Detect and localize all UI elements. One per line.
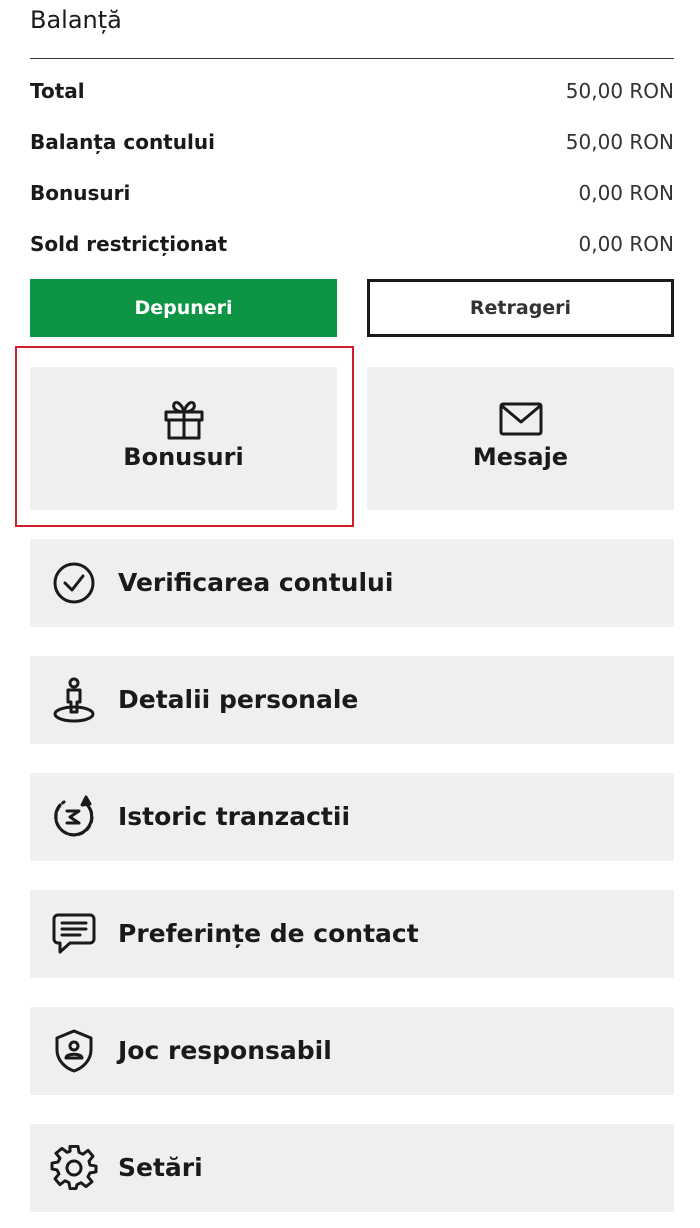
shield-user-icon (50, 1027, 98, 1075)
menu-item-responsible-gaming[interactable]: Joc responsabil (30, 1007, 674, 1095)
balance-value-restricted: 0,00 RON (578, 232, 675, 256)
withdraw-button[interactable]: Retrageri (367, 279, 674, 337)
menu-item-personal-details[interactable]: Detalii personale (30, 656, 674, 744)
balance-row-restricted: Sold restricționat 0,00 RON (30, 229, 674, 259)
menu-item-transaction-history[interactable]: Istoric tranzactii (30, 773, 674, 861)
person-icon (50, 676, 98, 724)
menu-item-contact-preferences[interactable]: Preferințe de contact (30, 890, 674, 978)
title-divider (30, 58, 674, 59)
balance-row-bonuses: Bonusuri 0,00 RON (30, 178, 674, 208)
balance-row-total: Total 50,00 RON (30, 76, 674, 106)
menu-label-contact-preferences: Preferințe de contact (118, 919, 419, 948)
balance-value-total: 50,00 RON (565, 79, 674, 103)
menu-item-account-verification[interactable]: Verificarea contului (30, 539, 674, 627)
messages-tile[interactable]: Mesaje (367, 367, 674, 510)
selection-highlight (15, 346, 354, 527)
menu-item-settings[interactable]: Setări (30, 1124, 674, 1212)
chat-icon (50, 910, 98, 958)
messages-tile-label: Mesaje (472, 443, 569, 471)
balance-label-account: Balanța contului (30, 130, 215, 154)
balance-row-account: Balanța contului 50,00 RON (30, 127, 674, 157)
balance-title: Balanță (30, 6, 122, 34)
balance-label-bonuses: Bonusuri (30, 181, 131, 205)
balance-value-account: 50,00 RON (565, 130, 674, 154)
menu-label-transaction-history: Istoric tranzactii (118, 802, 351, 831)
gear-icon (50, 1144, 98, 1192)
deposit-button[interactable]: Depuneri (30, 279, 337, 337)
balance-label-total: Total (30, 79, 85, 103)
envelope-icon (497, 395, 545, 443)
menu-label-responsible-gaming: Joc responsabil (118, 1036, 332, 1065)
balance-value-bonuses: 0,00 RON (578, 181, 675, 205)
history-icon (50, 793, 98, 841)
balance-label-restricted: Sold restricționat (30, 232, 228, 256)
menu-label-personal-details: Detalii personale (118, 685, 359, 714)
menu-label-settings: Setări (118, 1153, 203, 1182)
check-circle-icon (50, 559, 98, 607)
menu-label-account-verification: Verificarea contului (118, 568, 394, 597)
